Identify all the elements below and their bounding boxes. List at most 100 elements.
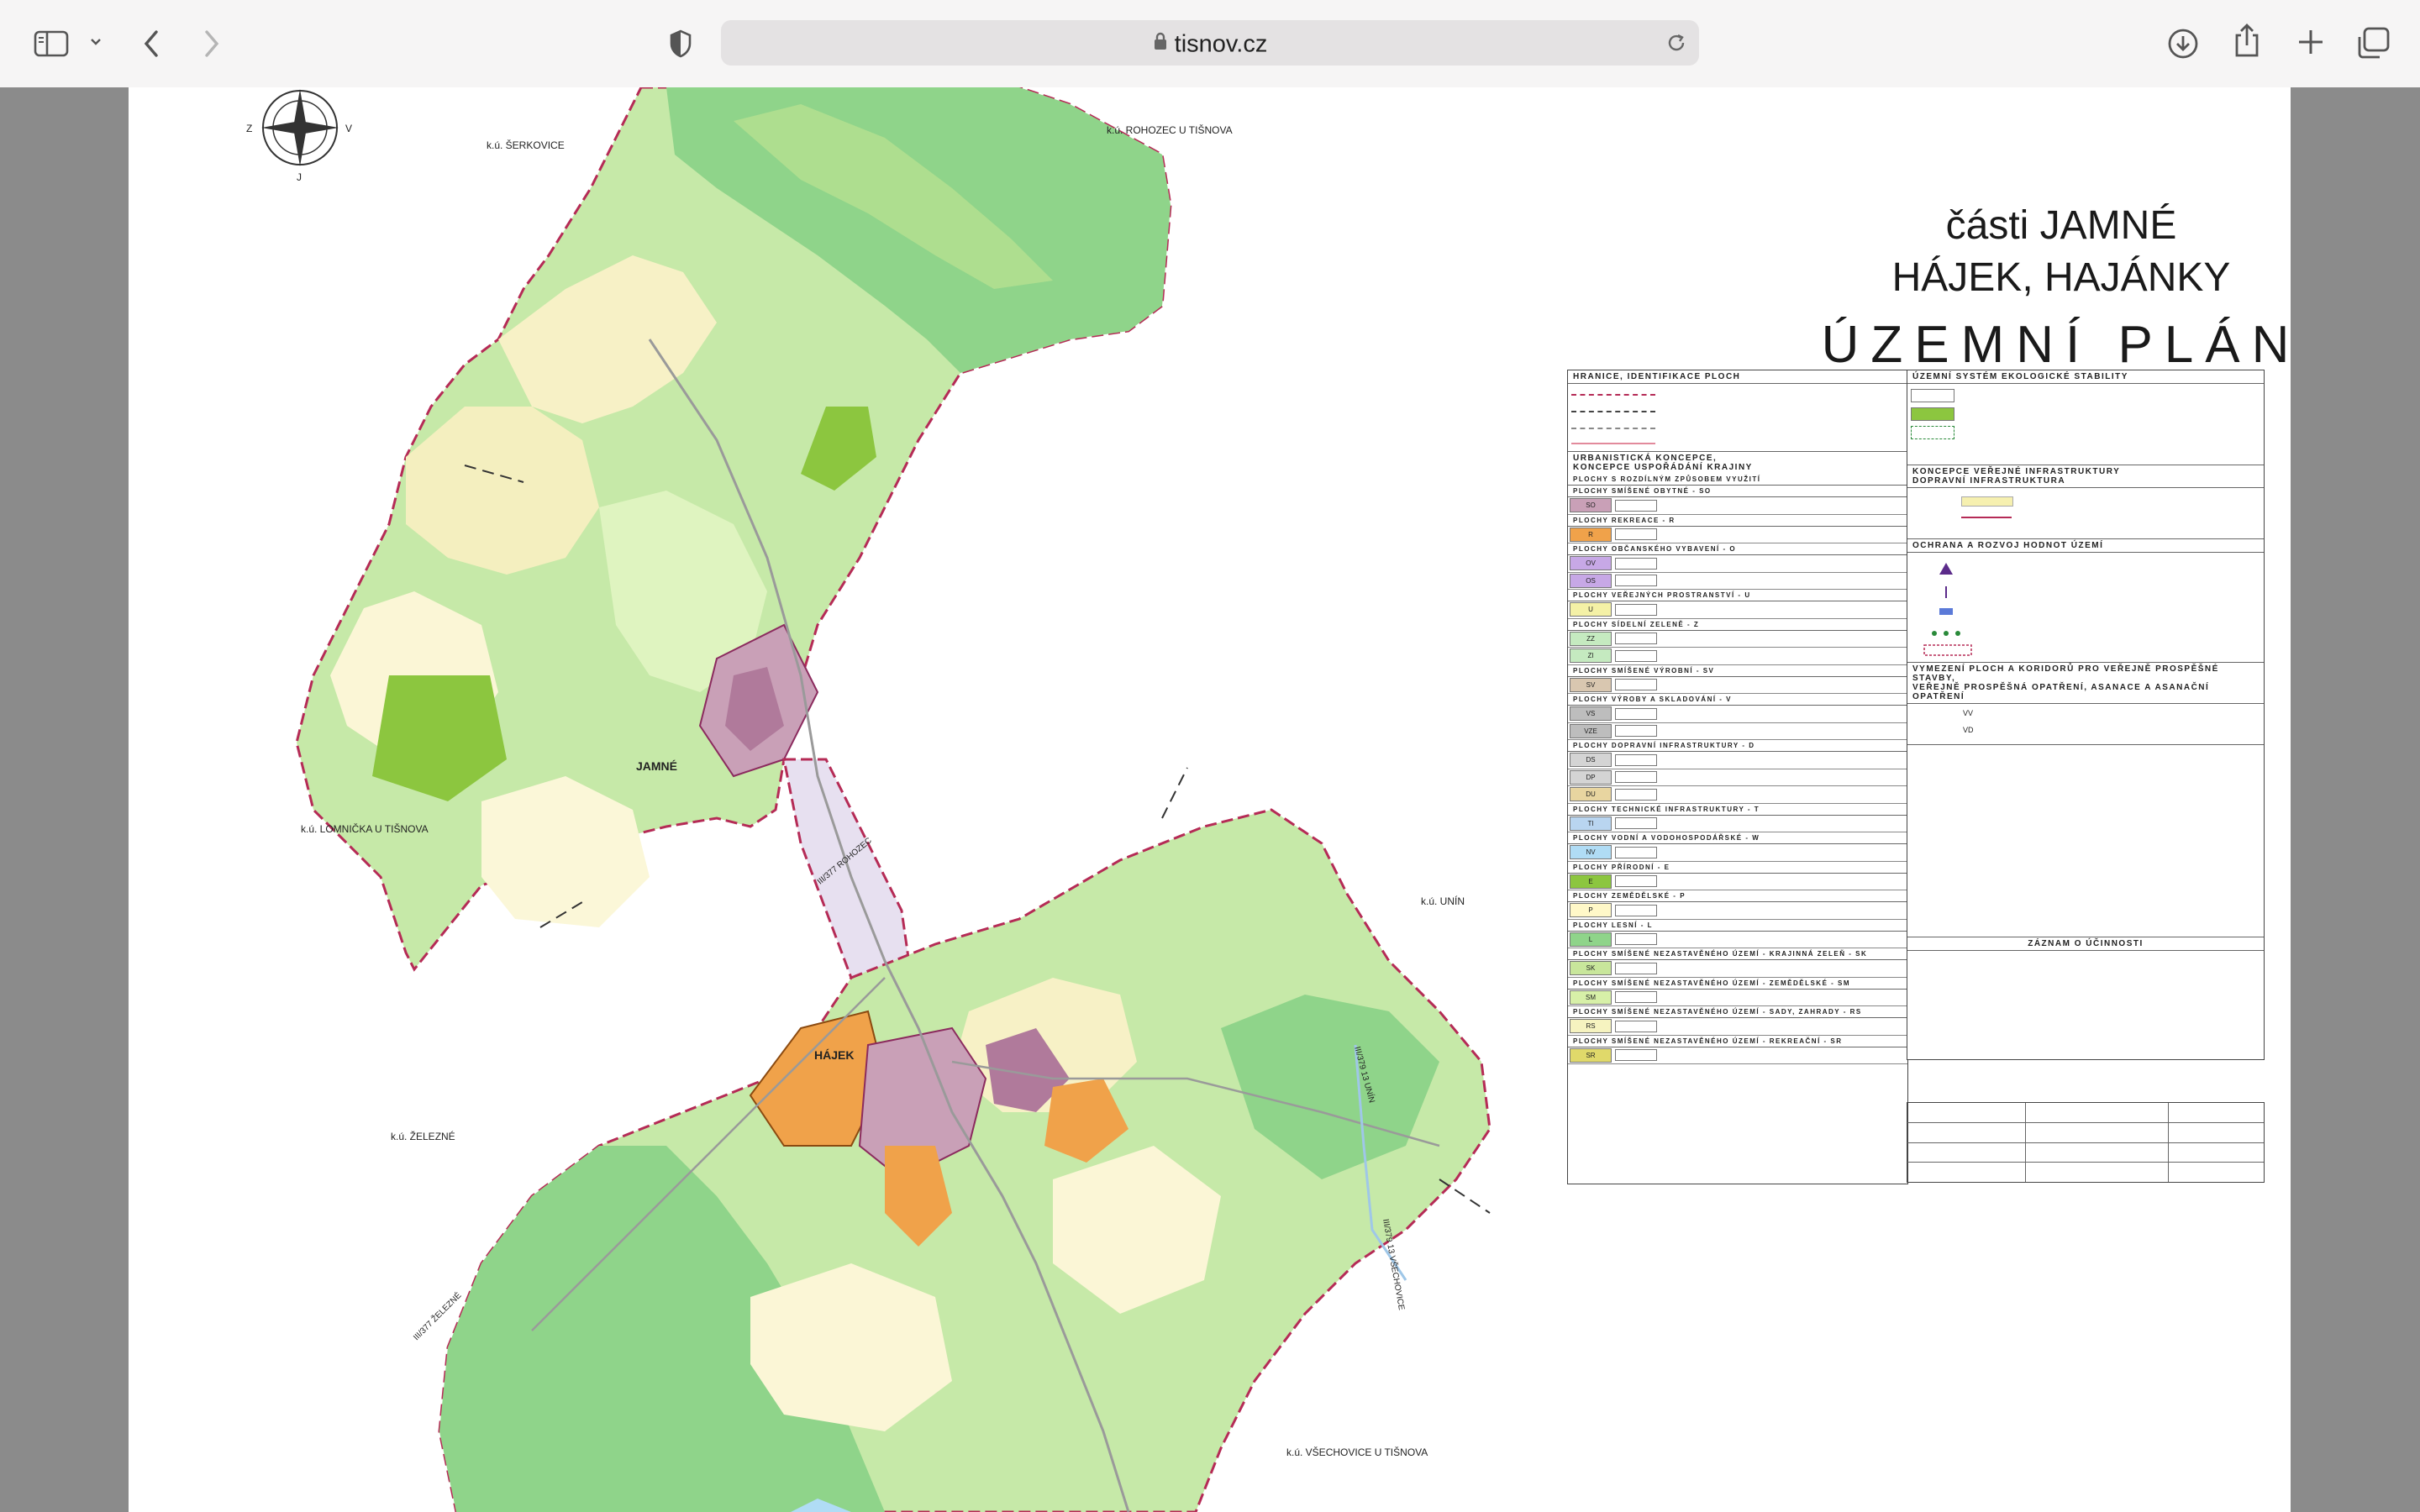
legend-pattern-swatch xyxy=(1615,633,1657,645)
document-viewport[interactable]: Z V J k.ú. ŠERKOVICE k.ú. ROHOZEC U TIŠN… xyxy=(0,87,2420,1512)
record-box-signatures xyxy=(1907,1102,2265,1183)
forward-arrow-icon[interactable] xyxy=(202,29,222,63)
browser-toolbar: tisnov.cz xyxy=(0,0,2420,88)
legend-group-heading: PLOCHY REKREACE - R xyxy=(1568,515,1907,527)
legend-row: VS xyxy=(1568,706,1907,723)
legend-pattern-swatch xyxy=(1615,679,1657,691)
legend-group-heading: PLOCHY PŘÍRODNÍ - E xyxy=(1568,862,1907,874)
legend-row: DU xyxy=(1568,786,1907,804)
legend-pattern-swatch xyxy=(1615,649,1657,662)
legend-swatch: ZZ xyxy=(1570,631,1612,646)
legend-pattern-swatch xyxy=(1615,1049,1657,1062)
legend-heading-land-use: PLOCHY S ROZDÍLNÝM ZPŮSOBEM VYUŽITÍ xyxy=(1568,474,1907,486)
legend-heading-record: ZÁZNAM O ÚČINNOSTI xyxy=(1907,937,2264,951)
legend-row: OS xyxy=(1568,573,1907,590)
legend-row: TI xyxy=(1568,816,1907,832)
legend-group-heading: PLOCHY VEŘEJNÝCH PROSTRANSTVÍ - U xyxy=(1568,590,1907,601)
legend-pattern-swatch xyxy=(1615,725,1657,738)
legend-group-heading: PLOCHY VÝROBY A SKLADOVÁNÍ - V xyxy=(1568,694,1907,706)
legend-swatch: VZE xyxy=(1570,723,1612,738)
sidebar-icon[interactable] xyxy=(34,30,69,61)
legend-swatch: DP xyxy=(1570,769,1612,785)
land-use-map xyxy=(261,87,1491,1512)
legend-heading-values: OCHRANA A ROZVOJ HODNOT ÚZEMÍ xyxy=(1907,539,2264,553)
privacy-shield-icon[interactable] xyxy=(669,29,692,63)
legend-row: R xyxy=(1568,527,1907,543)
legend-swatch: VS xyxy=(1570,706,1612,722)
legend-group-heading: PLOCHY DOPRAVNÍ INFRASTRUKTURY - D xyxy=(1568,740,1907,752)
tab-overview-icon[interactable] xyxy=(2356,25,2391,65)
legend-row: SR xyxy=(1568,1047,1907,1064)
legend-row: U xyxy=(1568,601,1907,619)
legend-pattern-swatch xyxy=(1615,846,1657,858)
legend-group-heading: PLOCHY SMÍŠENÉ VÝROBNÍ - SV xyxy=(1568,665,1907,677)
legend-pattern-swatch xyxy=(1615,933,1657,946)
label-unin: k.ú. UNÍN xyxy=(1421,895,1465,907)
legend-group-heading: PLOCHY LESNÍ - L xyxy=(1568,920,1907,932)
legend-group-heading: PLOCHY SÍDELNÍ ZELENĚ - Z xyxy=(1568,619,1907,631)
label-serkovice: k.ú. ŠERKOVICE xyxy=(487,139,565,151)
legend-pattern-swatch xyxy=(1615,499,1657,512)
legend-swatch: NV xyxy=(1570,845,1612,860)
legend-swatch: DS xyxy=(1570,753,1612,768)
legend-group-heading: PLOCHY SMÍŠENÉ NEZASTAVĚNÉHO ÚZEMÍ - KRA… xyxy=(1568,948,1907,960)
legend-row: L xyxy=(1568,932,1907,948)
legend-swatch: SM xyxy=(1570,990,1612,1005)
label-vsechovice: k.ú. VŠECHOVICE U TIŠNOVA xyxy=(1286,1446,1428,1458)
legend-row: E xyxy=(1568,874,1907,890)
symbol-icons xyxy=(1923,563,1972,656)
legend-heading-infrastructure: KONCEPCE VEŘEJNÉ INFRASTRUKTURY DOPRAVNÍ… xyxy=(1907,465,2264,488)
legend-pattern-swatch xyxy=(1615,753,1657,766)
label-zelezne: k.ú. ŽELEZNÉ xyxy=(391,1131,455,1142)
legend-pattern-swatch xyxy=(1615,788,1657,801)
legend-left: HRANICE, IDENTIFIKACE PLOCH URBANISTICKÁ… xyxy=(1567,370,1908,1184)
legend-row: NV xyxy=(1568,844,1907,862)
legend-heading-uses: ÚZEMNÍ SYSTÉM EKOLOGICKÉ STABILITY xyxy=(1907,370,2264,384)
legend-row: SO xyxy=(1568,497,1907,515)
legend-right: ÚZEMNÍ SYSTÉM EKOLOGICKÉ STABILITY KONCE… xyxy=(1907,370,2265,1060)
legend-row: DP xyxy=(1568,769,1907,786)
chevron-down-icon[interactable] xyxy=(89,35,103,53)
legend-group-heading: PLOCHY ZEMĚDĚLSKÉ - P xyxy=(1568,890,1907,902)
share-icon[interactable] xyxy=(2232,22,2262,63)
legend-row: ZI xyxy=(1568,648,1907,665)
legend-swatch: RS xyxy=(1570,1019,1612,1034)
legend-swatch: E xyxy=(1570,874,1612,889)
legend-group-heading: PLOCHY SMÍŠENÉ NEZASTAVĚNÉHO ÚZEMÍ - REK… xyxy=(1568,1036,1907,1047)
legend-group-heading: PLOCHY VODNÍ A VODOHOSPODÁŘSKÉ - W xyxy=(1568,832,1907,844)
plan-title: části JAMNÉ HÁJEK, HAJÁNKY ÚZEMNÍ PLÁN xyxy=(1717,113,2291,383)
legend-swatch: SO xyxy=(1570,498,1612,513)
values-legend-block xyxy=(1907,553,2264,663)
legend-pattern-swatch xyxy=(1615,707,1657,720)
legend-swatch: L xyxy=(1570,932,1612,947)
back-arrow-icon[interactable] xyxy=(141,29,161,63)
legend-rows: PLOCHY SMÍŠENÉ OBYTNÉ - SO SO PLOCHY REKRE… xyxy=(1568,486,1907,1064)
public-works-block: VV VD xyxy=(1907,704,2264,745)
legend-heading-urbanism: URBANISTICKÁ KONCEPCE, KONCEPCE USPOŘÁDÁ… xyxy=(1573,454,1753,472)
boundary-lines xyxy=(1568,384,1907,452)
plus-icon[interactable] xyxy=(2296,27,2326,61)
reload-icon[interactable] xyxy=(1665,32,1687,58)
legend-pattern-swatch xyxy=(1615,557,1657,570)
transport-legend-block xyxy=(1907,488,2264,539)
legend-pattern-swatch xyxy=(1615,575,1657,587)
download-icon[interactable] xyxy=(2166,27,2200,65)
compass-east-label: V xyxy=(345,123,353,134)
label-rohozec: k.ú. ROHOZEC U TIŠNOVA xyxy=(1107,124,1233,136)
title-line-1: části JAMNÉ xyxy=(1945,203,2177,248)
legend-row: DS xyxy=(1568,752,1907,769)
legend-row: SM xyxy=(1568,990,1907,1006)
legend-pattern-swatch xyxy=(1615,528,1657,541)
legend-pattern-swatch xyxy=(1615,771,1657,784)
legend-swatch: SK xyxy=(1570,961,1612,976)
address-bar[interactable]: tisnov.cz xyxy=(721,20,1699,66)
place-jamne: JAMNÉ xyxy=(636,759,678,773)
legend-row: SK xyxy=(1568,960,1907,978)
legend-pattern-swatch xyxy=(1615,1020,1657,1032)
legend-heading-public-works: VYMEZENÍ PLOCH A KORIDORŮ PRO VEŘEJNĚ PR… xyxy=(1907,663,2264,704)
compass-south-label: J xyxy=(297,171,302,183)
label-lomnicka: k.ú. LOMNIČKA U TIŠNOVA xyxy=(301,823,429,835)
legend-row: P xyxy=(1568,902,1907,920)
legend-pattern-swatch xyxy=(1615,875,1657,888)
legend-swatch: U xyxy=(1570,602,1612,617)
